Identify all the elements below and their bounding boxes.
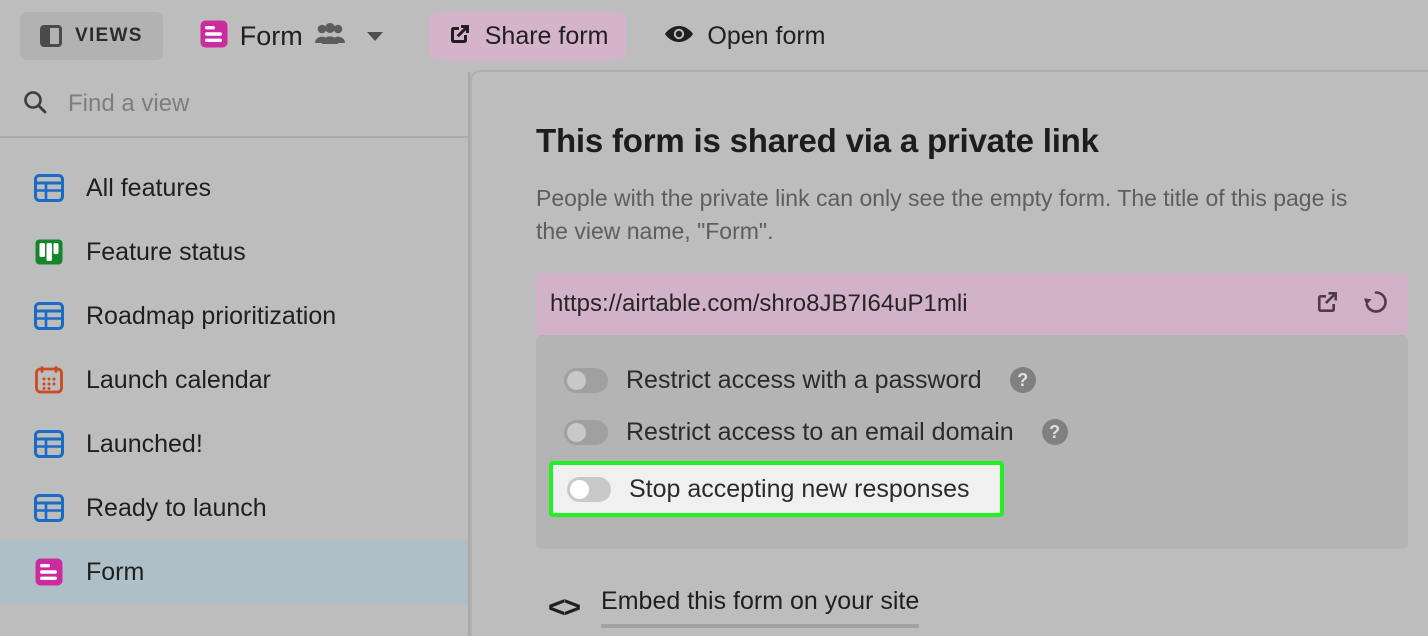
share-form-label: Share form [484, 21, 609, 50]
form-view-tab[interactable]: Form [191, 12, 391, 60]
sidebar-item-all-features[interactable]: All features [0, 156, 468, 220]
sidebar-item-label: Launched! [86, 429, 203, 458]
sidebar-item-form[interactable]: Form [0, 540, 468, 604]
sidebar-item-label: Form [86, 557, 145, 586]
sidebar-item-label: All features [86, 173, 212, 202]
embed-form-label: Embed this form on your site [601, 587, 920, 629]
share-link-bar[interactable]: https://airtable.com/shro8JB7I64uP1mli [536, 273, 1408, 336]
share-link-url: https://airtable.com/shro8JB7I64uP1mli [550, 290, 968, 318]
setting-label: Restrict access with a password [626, 365, 982, 394]
panel-icon [40, 25, 62, 47]
form-view-icon [34, 557, 64, 587]
view-list: All features Feature status Roadmap prio… [0, 138, 468, 604]
views-button-label: VIEWS [75, 25, 143, 46]
sidebar-item-label: Launch calendar [86, 365, 271, 394]
setting-restrict-password[interactable]: Restrict access with a password ? [536, 357, 1408, 403]
sidebar-item-label: Roadmap prioritization [86, 301, 337, 330]
open-form-button[interactable]: Open form [654, 12, 835, 60]
setting-restrict-email-domain[interactable]: Restrict access to an email domain ? [536, 409, 1408, 455]
app-window: VIEWS Form Share form Open form Find a v… [0, 0, 1428, 636]
form-view-icon [199, 19, 229, 54]
grid-view-icon [34, 493, 64, 523]
toggle-restrict-password[interactable] [564, 367, 608, 393]
code-brackets-icon: <> [548, 590, 581, 624]
embed-form-link[interactable]: <> Embed this form on your site [536, 587, 1408, 629]
views-button[interactable]: VIEWS [20, 12, 163, 60]
dialog-title: This form is shared via a private link [536, 122, 1099, 159]
external-link-icon [447, 21, 473, 52]
views-sidebar: Find a view All features Feature status … [0, 72, 470, 636]
share-form-button[interactable]: Share form [428, 12, 627, 60]
form-tab-label: Form [239, 20, 303, 51]
sidebar-item-ready-to-launch[interactable]: Ready to launch [0, 476, 468, 540]
search-input-placeholder: Find a view [68, 90, 190, 117]
sidebar-item-launch-calendar[interactable]: Launch calendar [0, 348, 468, 412]
dialog-description: People with the private link can only se… [536, 185, 1348, 244]
grid-view-icon [34, 173, 64, 203]
help-icon[interactable]: ? [1009, 367, 1036, 394]
sidebar-item-feature-status[interactable]: Feature status [0, 220, 468, 284]
setting-stop-accepting-responses[interactable]: Stop accepting new responses [549, 461, 1004, 518]
external-link-icon[interactable] [1314, 289, 1340, 320]
share-link-actions [1314, 288, 1390, 321]
top-toolbar: VIEWS Form Share form Open form [0, 0, 1428, 72]
toggle-restrict-email-domain[interactable] [564, 419, 608, 445]
find-a-view-search[interactable]: Find a view [0, 72, 468, 138]
chevron-down-icon[interactable] [366, 31, 383, 41]
grid-view-icon [34, 301, 64, 331]
people-icon [314, 22, 346, 51]
sidebar-item-label: Feature status [86, 237, 246, 266]
setting-label: Restrict access to an email domain [626, 417, 1014, 446]
search-icon [22, 89, 48, 120]
share-settings-card: Restrict access with a password ? Restri… [536, 335, 1408, 550]
regenerate-link-icon[interactable] [1362, 288, 1390, 321]
toggle-stop-accepting-responses[interactable] [567, 476, 611, 502]
share-form-dialog: This form is shared via a private link P… [470, 70, 1428, 636]
help-icon[interactable]: ? [1041, 419, 1068, 446]
eye-icon [664, 23, 694, 50]
grid-view-icon [34, 429, 64, 459]
sidebar-item-launched[interactable]: Launched! [0, 412, 468, 476]
sidebar-item-roadmap-prioritization[interactable]: Roadmap prioritization [0, 284, 468, 348]
calendar-view-icon [34, 365, 64, 395]
kanban-view-icon [34, 237, 64, 267]
open-form-label: Open form [707, 21, 826, 50]
setting-label: Stop accepting new responses [629, 474, 970, 503]
sidebar-item-label: Ready to launch [86, 493, 267, 522]
